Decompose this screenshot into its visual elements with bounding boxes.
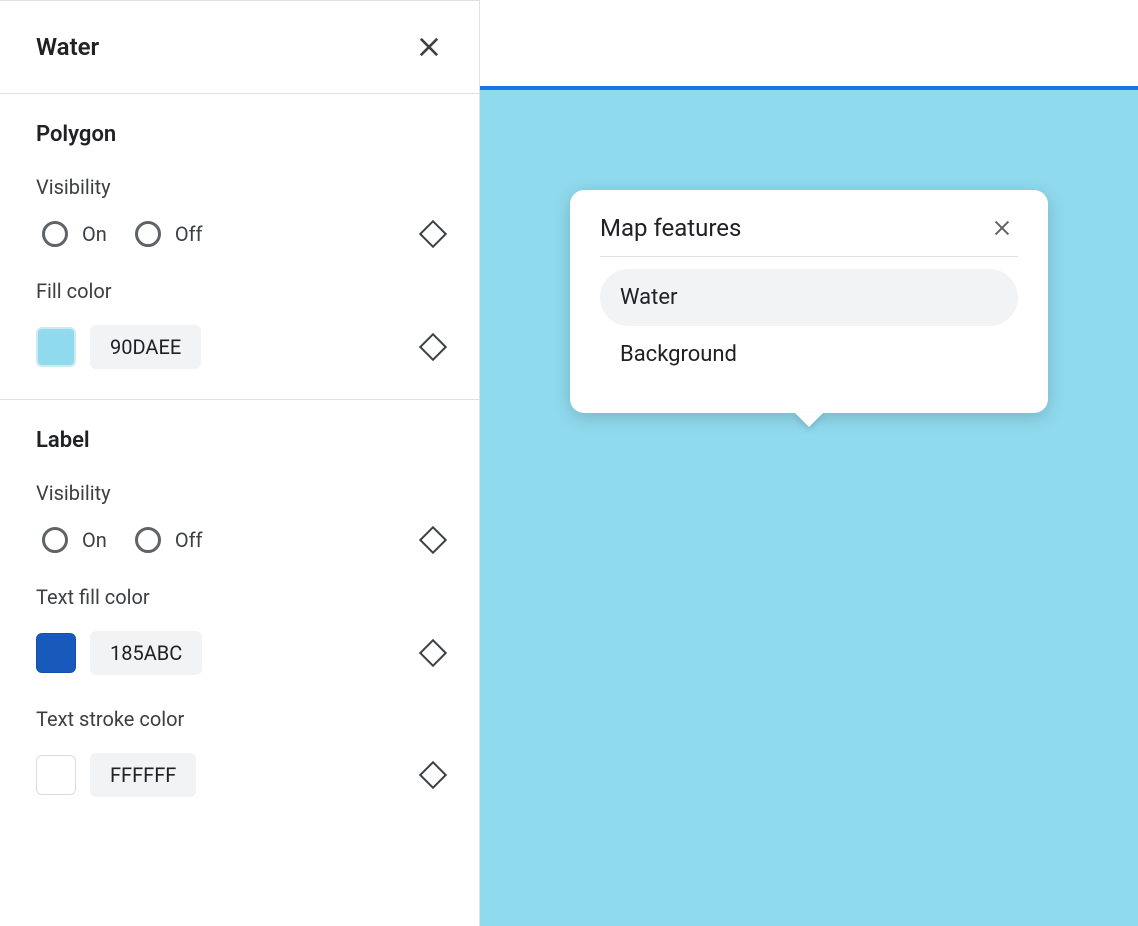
radio-icon <box>42 527 68 553</box>
text-stroke-swatch[interactable] <box>36 755 76 795</box>
popup-item-background[interactable]: Background <box>600 326 1018 383</box>
polygon-section-title: Polygon <box>36 122 443 147</box>
popup-close-button[interactable] <box>986 212 1018 244</box>
radio-icon <box>135 527 161 553</box>
text-fill-row: 185ABC <box>36 631 443 675</box>
panel-header: Water <box>0 1 479 94</box>
radio-label: Off <box>175 222 203 246</box>
label-section-title: Label <box>36 428 443 453</box>
panel-title: Water <box>36 33 99 61</box>
label-visibility-label: Visibility <box>36 481 443 505</box>
radio-icon <box>42 221 68 247</box>
text-fill-hex-input[interactable]: 185ABC <box>90 631 202 675</box>
polygon-fill-swatch[interactable] <box>36 327 76 367</box>
popup-item-water[interactable]: Water <box>600 269 1018 326</box>
polygon-fill-label: Fill color <box>36 279 443 303</box>
polygon-section: Polygon Visibility On Off Fill color <box>0 94 479 400</box>
map-features-popup: Map features Water Background <box>570 190 1048 413</box>
preview-map-canvas[interactable]: Map features Water Background <box>480 90 1138 926</box>
polygon-visibility-on-radio[interactable]: On <box>42 221 107 247</box>
customize-diamond-icon[interactable] <box>419 220 447 248</box>
label-visibility-on-radio[interactable]: On <box>42 527 107 553</box>
close-icon <box>415 33 443 61</box>
text-stroke-row: FFFFFF <box>36 753 443 797</box>
text-fill-swatch[interactable] <box>36 633 76 673</box>
radio-label: On <box>82 222 107 246</box>
style-editor-sidebar: Water Polygon Visibility On Off <box>0 0 480 926</box>
label-visibility-row: On Off <box>36 527 443 553</box>
text-stroke-hex-input[interactable]: FFFFFF <box>90 753 196 797</box>
customize-diamond-icon[interactable] <box>419 639 447 667</box>
radio-label: On <box>82 528 107 552</box>
map-preview: Map features Water Background <box>480 0 1138 926</box>
close-button[interactable] <box>409 27 449 67</box>
preview-header-strip <box>480 0 1138 90</box>
polygon-visibility-label: Visibility <box>36 175 443 199</box>
polygon-fill-row: 90DAEE <box>36 325 443 369</box>
customize-diamond-icon[interactable] <box>419 761 447 789</box>
label-visibility-off-radio[interactable]: Off <box>135 527 203 553</box>
radio-label: Off <box>175 528 203 552</box>
label-section: Label Visibility On Off Text fill color <box>0 400 479 827</box>
close-icon <box>991 217 1013 239</box>
radio-icon <box>135 221 161 247</box>
customize-diamond-icon[interactable] <box>419 333 447 361</box>
polygon-visibility-off-radio[interactable]: Off <box>135 221 203 247</box>
polygon-fill-hex-input[interactable]: 90DAEE <box>90 325 201 369</box>
polygon-visibility-row: On Off <box>36 221 443 247</box>
text-fill-label: Text fill color <box>36 585 443 609</box>
text-stroke-label: Text stroke color <box>36 707 443 731</box>
divider <box>600 256 1018 257</box>
popup-title: Map features <box>600 214 741 242</box>
customize-diamond-icon[interactable] <box>419 526 447 554</box>
